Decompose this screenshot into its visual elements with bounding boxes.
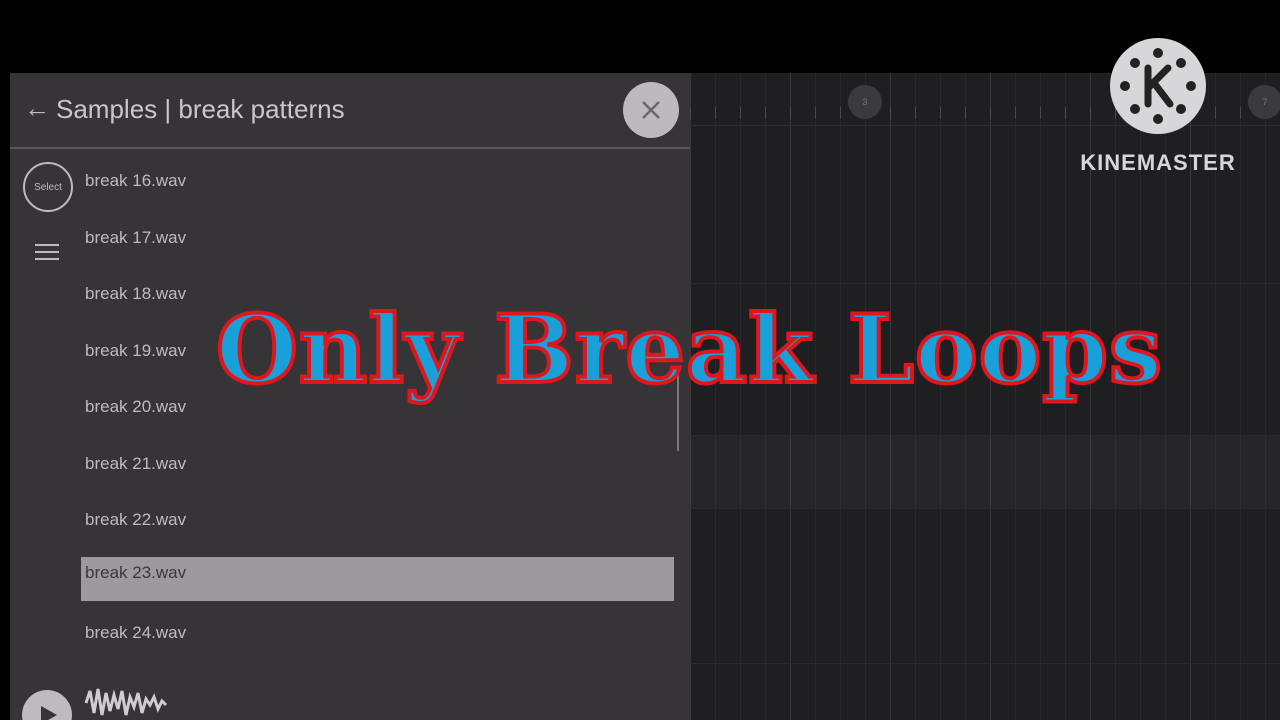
- kinemaster-logo-icon: [1110, 38, 1206, 134]
- play-button[interactable]: [22, 690, 72, 720]
- file-item-selected[interactable]: break 23.wav: [81, 557, 674, 601]
- menu-icon[interactable]: [35, 243, 59, 263]
- track-divider: [690, 283, 1280, 284]
- browser-header: ← Samples | break patterns: [10, 73, 690, 149]
- watermark-brand: KINEMASTER: [1080, 150, 1236, 175]
- back-arrow-icon[interactable]: ←: [24, 93, 50, 123]
- play-icon: [41, 706, 57, 720]
- file-item[interactable]: break 21.wav: [81, 442, 674, 486]
- file-item[interactable]: break 17.wav: [81, 216, 674, 260]
- close-icon: [642, 101, 660, 119]
- file-item[interactable]: break 22.wav: [81, 498, 674, 542]
- file-item[interactable]: break 24.wav: [81, 611, 674, 655]
- file-item[interactable]: break 16.wav: [81, 159, 674, 203]
- close-button[interactable]: [623, 82, 679, 138]
- timeline-track[interactable]: [690, 435, 1280, 509]
- timeline-marker[interactable]: 3: [848, 85, 882, 119]
- track-divider: [690, 663, 1280, 664]
- overlay-heading: Only Break Loops: [214, 293, 1164, 407]
- timeline-marker[interactable]: 7: [1248, 85, 1280, 119]
- waveform-icon: [84, 688, 168, 716]
- select-button[interactable]: Select: [23, 162, 73, 212]
- browser-title: Samples | break patterns: [56, 94, 345, 124]
